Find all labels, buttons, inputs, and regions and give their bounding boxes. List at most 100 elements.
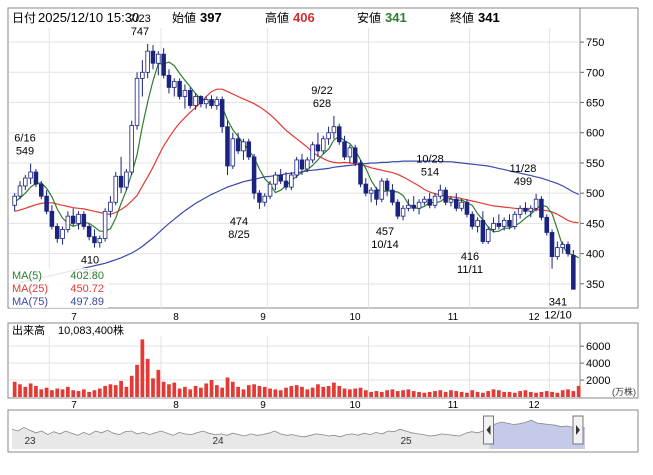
volume-bar: [523, 390, 528, 397]
volume-bar: [50, 390, 54, 397]
candle-body-up: [273, 174, 278, 185]
high-label: 高値: [265, 10, 289, 25]
candle-body-up: [326, 132, 331, 140]
volume-bar: [395, 391, 400, 397]
volume-bar: [427, 391, 432, 397]
volume-bar: [76, 391, 81, 397]
volume-bar: [135, 364, 139, 397]
annotation-value: 628: [313, 98, 331, 110]
volume-header: 出来高 10,083,400株: [12, 323, 124, 337]
candle-body-down: [469, 213, 475, 227]
datetime: 2025/12/10 15:30: [38, 10, 139, 25]
candle-body-down: [352, 147, 358, 164]
candle-body-up: [379, 180, 385, 200]
volume-bar: [87, 391, 92, 397]
candle-body-up: [108, 201, 113, 212]
candle-body-up: [172, 80, 177, 88]
price-tick-label: 450: [586, 218, 604, 230]
candle-body-down: [219, 99, 225, 128]
month-label: 11: [448, 312, 459, 323]
volume-bar: [252, 384, 256, 397]
annotation-value: 499: [514, 176, 532, 188]
candle-body-down: [39, 183, 44, 197]
volume-bar: [183, 386, 187, 397]
volume-tick-label: 4000: [586, 358, 610, 370]
candle-body-up: [432, 195, 438, 206]
candle-body-up: [102, 210, 108, 239]
candle-body-up: [528, 207, 534, 212]
annotation-date: 10/14: [371, 239, 399, 251]
volume-bar: [55, 388, 60, 397]
candle-body-down: [150, 50, 156, 64]
navigator-year-label: 25: [400, 436, 412, 447]
candle-body-up: [331, 126, 337, 134]
candle-body-up: [368, 189, 374, 194]
annotation-value: 747: [131, 26, 149, 38]
volume-bar: [246, 385, 251, 397]
volume-bar: [278, 390, 283, 397]
candle-body-down: [336, 126, 342, 143]
candle: [267, 181, 273, 200]
navigator-right-handle[interactable]: [572, 415, 584, 445]
candle: [81, 211, 87, 230]
volume-bar: [199, 387, 203, 397]
volume-bar: [316, 384, 320, 397]
candle-body-up: [203, 99, 209, 105]
annotation-date: 6/16: [14, 133, 35, 145]
volume-bar: [92, 390, 97, 397]
annotation-value: 474: [230, 216, 248, 228]
candle-body-up: [533, 198, 539, 209]
candle-body-up: [289, 174, 294, 188]
volume-bar: [417, 391, 421, 397]
volume-bar: [18, 384, 22, 397]
volume-bar: [268, 388, 272, 397]
volume-month-labels: 7 8 9 10 11 12: [71, 400, 540, 411]
candle-body-up: [400, 207, 406, 217]
candle: [310, 141, 315, 163]
volume-bar: [310, 387, 315, 397]
volume-bar: [28, 383, 33, 397]
volume-bar: [571, 391, 576, 397]
candle: [294, 156, 299, 179]
legend-ma75-label: MA(75): [12, 296, 48, 308]
volume-bar: [496, 390, 501, 397]
volume-bar: [512, 392, 517, 397]
candle-body-up: [193, 96, 198, 106]
candle-body-down: [86, 226, 92, 238]
annotation-value: 410: [81, 255, 99, 267]
volume-bar: [156, 369, 161, 397]
month-label: 8: [173, 312, 179, 323]
candle-body-down: [161, 53, 166, 76]
chart-canvas: 日付 2025/12/10 15:30 始値 397 高値 406 安値 341…: [7, 7, 639, 453]
low-label: 安値: [357, 10, 381, 25]
volume-bar: [544, 391, 549, 397]
volume-bar: [566, 389, 570, 397]
volume-bar: [66, 386, 70, 397]
candle: [187, 87, 193, 109]
candle: [395, 199, 401, 220]
candle-body-up: [416, 201, 422, 209]
candle-body-down: [443, 189, 448, 203]
candle-body-down: [283, 180, 289, 188]
quote-header: 日付 2025/12/10 15:30 始値 397 高値 406 安値 341…: [9, 9, 579, 26]
candle-body-down: [315, 144, 321, 152]
high-value: 406: [293, 10, 315, 25]
legend-ma75-value: 497.89: [70, 296, 104, 308]
annotation-value: 457: [376, 226, 394, 238]
volume-bar: [214, 385, 219, 397]
navigator-left-handle[interactable]: [483, 415, 494, 445]
candle-body-up: [305, 159, 310, 170]
date-label: 日付: [12, 11, 36, 25]
volume-bar: [71, 390, 76, 397]
volume-bar: [374, 391, 379, 397]
candle-body-down: [342, 141, 347, 158]
candle-body-down: [363, 183, 369, 194]
volume-bar: [23, 386, 28, 397]
candle-body-down: [225, 126, 230, 167]
close-value: 341: [478, 10, 500, 25]
price-tick-label: 700: [586, 67, 604, 79]
candle-body-down: [209, 99, 214, 106]
volume-bar: [39, 389, 44, 397]
candle-body-up: [145, 50, 150, 73]
volume-bar: [390, 389, 395, 397]
